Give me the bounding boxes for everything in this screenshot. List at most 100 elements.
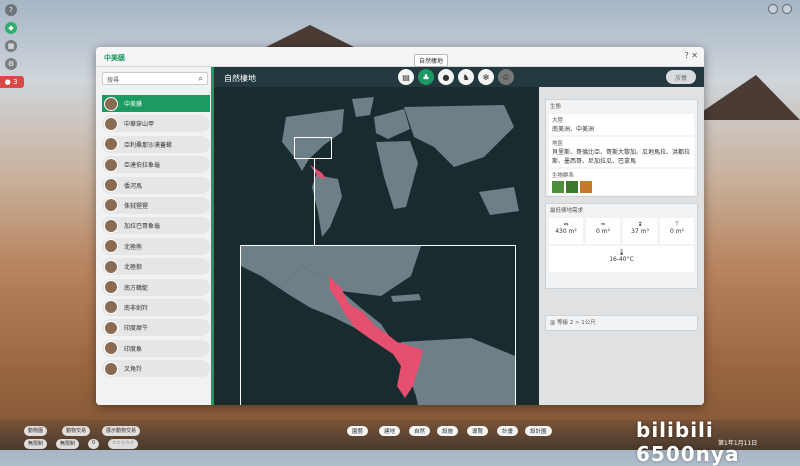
rating-stars: ☆☆☆☆☆ [108, 439, 139, 449]
region-value: 貝里斯、哥倫比亞、哥斯大黎加、瓜地馬拉、洪都拉斯、墨西哥、尼加拉瓜、巴拿馬 [552, 149, 691, 165]
release-button[interactable]: 放養 [666, 70, 696, 84]
asia-shape [404, 105, 514, 167]
search-icon[interactable]: ⌕ [199, 74, 203, 84]
animal-avatar [104, 259, 118, 274]
fence-card: ▥ 等級 2 > 1公尺 [545, 315, 698, 331]
calendar-button[interactable]: ▦ [5, 40, 17, 52]
center-btn-nature[interactable]: 自然 [409, 426, 431, 436]
animal-name: 南非劍羚 [124, 304, 149, 312]
fence-text: 等級 2 > 1公尺 [556, 320, 596, 326]
habitat-icon: ♣ [422, 72, 430, 82]
animal-list-item[interactable]: 印度象 [102, 339, 210, 357]
water-area-stat: ≈0 m² [586, 218, 620, 244]
zoom-inset [240, 245, 516, 405]
window-controls: ? ✕ [685, 51, 699, 60]
center-btn-facilities[interactable]: 設施 [437, 426, 459, 436]
animal-list-item[interactable]: 印度犀牛 [102, 319, 210, 337]
date-display: 第1年1月11日 [718, 440, 758, 447]
animal-list-item[interactable]: 南非劍羚 [102, 298, 210, 316]
land-area-value: 430 m² [555, 228, 577, 235]
animal-list-item[interactable]: 中華穿山甲 [102, 115, 210, 133]
africa-shape [376, 141, 418, 209]
exhibit-trade-button[interactable]: 展示動物交易 [102, 426, 141, 436]
animal-list-item[interactable]: 中美貘 [102, 95, 210, 112]
thermometer-icon: 🌡 [617, 249, 626, 256]
tab-social[interactable]: ♞ [458, 69, 474, 85]
help-icon[interactable]: ? [685, 51, 689, 60]
climb-area-value: 0 m² [670, 228, 684, 235]
animal-trade-button[interactable]: 動物交易 [62, 426, 91, 436]
animal-list-item[interactable]: 侏狨猩猩 [102, 196, 210, 214]
biome-label: 生物群系 [552, 173, 575, 179]
greenland-shape [352, 97, 374, 117]
range-highlight-small [310, 165, 326, 179]
animal-avatar [104, 116, 118, 131]
help-icon: ? [9, 6, 13, 14]
search-input[interactable]: 搜尋 ⌕ [102, 72, 208, 85]
center-btn-guides[interactable]: 導覽 [467, 426, 489, 436]
mountain-right [690, 75, 800, 120]
australia-shape [479, 187, 519, 215]
land-icon: ⇔ [563, 221, 569, 228]
animal-name: 印度犀牛 [124, 325, 149, 333]
animal-name: 中華穿山甲 [124, 121, 155, 129]
animal-avatar [104, 198, 118, 213]
tab-trophy[interactable]: ♔ [498, 69, 514, 85]
top-right-controls [768, 4, 792, 14]
animal-name: 叉角羚 [124, 366, 143, 374]
water-volume-stat: ↨ 37 m³ [623, 218, 657, 244]
person-icon: ● [4, 78, 11, 86]
paw-icon: ✻ [482, 72, 490, 82]
inset-map [241, 246, 515, 405]
compass-icon[interactable] [768, 4, 778, 14]
animal-avatar [104, 320, 118, 335]
animal-name: 倭河馬 [124, 182, 143, 190]
biome-tropical-icon [566, 181, 578, 193]
zoo-logo-button[interactable]: ◆ [5, 22, 17, 34]
help-button[interactable]: ? [5, 4, 17, 16]
europe-shape [374, 109, 410, 139]
gear-icon: ⚙ [7, 60, 15, 68]
biome-icons [552, 181, 691, 193]
habitat-stats: ⇔ 430 m² ≈0 m² ↨ 37 m³ ⊤ 0 m² [549, 218, 694, 244]
calendar-icon: ▦ [7, 42, 15, 50]
animal-list-item[interactable]: 北極狼 [102, 258, 210, 276]
animal-avatar [104, 137, 118, 152]
fence-requirement: ▥ 等級 2 > 1公尺 [546, 316, 697, 328]
center-btn-garden[interactable]: 園藝 [347, 426, 369, 436]
animal-list-sidebar: 搜尋 ⌕ 中美貘中華穿山甲亞利桑那沙漠蓋蠍亞達伯拉象龜 倭河馬侏狨猩猩加拉巴哥象龜… [96, 67, 214, 405]
tab-enrichment[interactable]: ✻ [478, 69, 494, 85]
zoo-button[interactable]: 動物園 [24, 426, 48, 436]
left-toolbar: ? ◆ ▦ ⚙ ● 3 [0, 4, 24, 88]
status-unlimited-2: 無限制 [56, 439, 80, 449]
center-btn-blueprint[interactable]: 設計圖 [525, 426, 552, 436]
tab-habitat[interactable]: ♣ [418, 69, 434, 85]
habitat-req-title: 最低棲地需求 [550, 208, 584, 214]
biome-grassland-icon [552, 181, 564, 193]
center-btn-plans[interactable]: 計畫 [497, 426, 519, 436]
animal-list-item[interactable]: 南方鶴鴕 [102, 278, 210, 296]
continent-value: 南美洲、中美洲 [552, 126, 595, 133]
tab-notebook[interactable]: ▤ [398, 69, 414, 85]
search-placeholder: 搜尋 [107, 77, 120, 84]
animal-name: 亞達伯拉象龜 [124, 162, 161, 170]
center-btn-build[interactable]: 建地 [379, 426, 401, 436]
info-panel-header: 放養 [539, 67, 704, 87]
zoo-icon: ◆ [8, 24, 14, 32]
animal-list-item[interactable]: 亞利桑那沙漠蓋蠍 [102, 135, 210, 153]
animal-list-item[interactable]: 北極熊 [102, 237, 210, 255]
guests-count: 3 [12, 78, 18, 86]
guests-button[interactable]: ● 3 [0, 76, 24, 88]
close-icon[interactable]: ✕ [691, 51, 698, 60]
map-focus-box [294, 137, 332, 159]
water-area-value: 0 m² [596, 228, 610, 235]
trophy-icon: ♔ [502, 72, 510, 82]
tab-tooltip: 自然棲地 [414, 54, 449, 67]
animal-list-item[interactable]: 倭河馬 [102, 176, 210, 194]
animal-list-item[interactable]: 加拉巴哥象龜 [102, 217, 210, 235]
animal-list-item[interactable]: 亞達伯拉象龜 [102, 156, 210, 174]
speed-icon[interactable] [782, 4, 792, 14]
settings-button[interactable]: ⚙ [5, 58, 17, 70]
tab-food[interactable]: ● [438, 69, 454, 85]
animal-list-item[interactable]: 叉角羚 [102, 360, 210, 378]
